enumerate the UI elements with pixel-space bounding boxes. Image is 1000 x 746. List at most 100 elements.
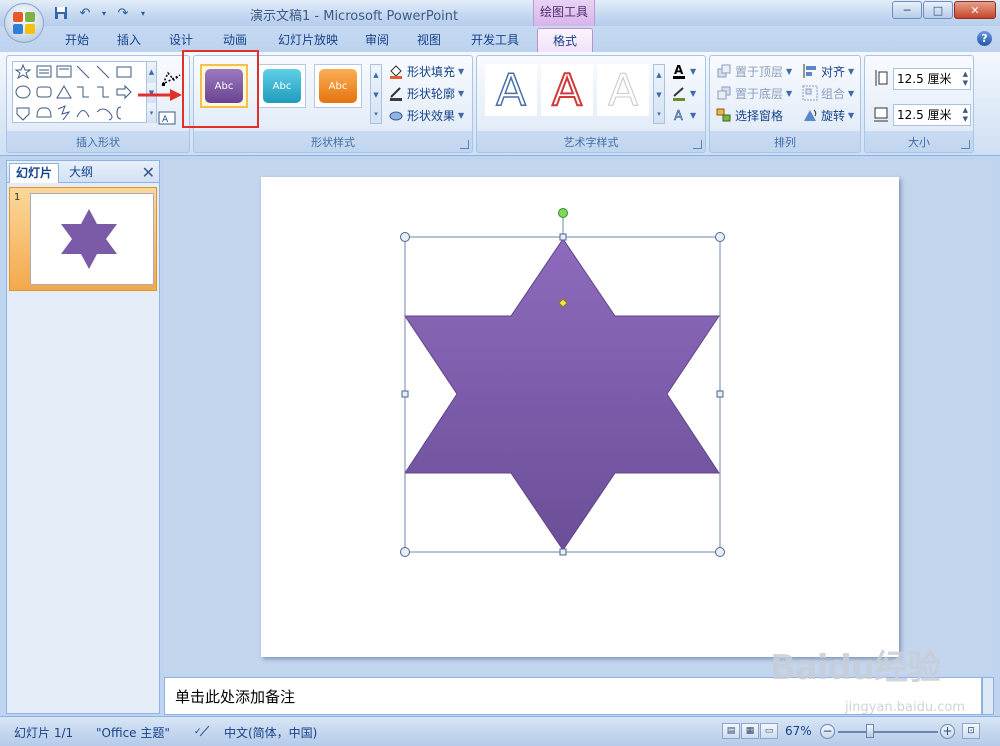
annotation-arrow-icon bbox=[138, 89, 182, 101]
undo-dropdown-icon[interactable]: ▾ bbox=[100, 4, 108, 22]
text-box-icon[interactable]: A bbox=[158, 110, 178, 129]
text-fill-button[interactable]: A ▼ bbox=[671, 61, 696, 81]
size-dialog-launcher[interactable] bbox=[961, 140, 970, 149]
slide-thumbnail[interactable] bbox=[30, 193, 154, 285]
undo-icon[interactable]: ↶ bbox=[76, 4, 94, 22]
tab-review[interactable]: 审阅 bbox=[354, 28, 400, 52]
zoom-in-button[interactable]: + bbox=[940, 724, 955, 739]
resize-handle-right[interactable] bbox=[716, 390, 724, 398]
close-button[interactable]: ✕ bbox=[954, 1, 996, 19]
shapes-scroll-up[interactable]: ▲ bbox=[146, 62, 156, 83]
resize-handle-tl[interactable] bbox=[400, 232, 410, 242]
ribbon-tabs: 开始 插入 设计 动画 幻灯片放映 审阅 视图 开发工具 格式 ? bbox=[0, 26, 1000, 52]
shape-style-orange[interactable]: Abc bbox=[314, 64, 362, 108]
help-icon[interactable]: ? bbox=[977, 31, 992, 46]
resize-handle-left[interactable] bbox=[401, 390, 409, 398]
ribbon: ▲ ▼ ▾ A 插入形状 Abc Abc Abc ▲ ▼ ▾ 形状填充 ▼ 形状… bbox=[0, 52, 1000, 156]
zoom-slider-thumb[interactable] bbox=[866, 724, 874, 738]
height-spinner[interactable]: ▲ ▼ bbox=[963, 70, 968, 88]
svg-text:A: A bbox=[674, 109, 683, 123]
bring-to-front-button[interactable]: 置于顶层 ▼ bbox=[716, 61, 792, 81]
spell-check-icon[interactable]: ✓ bbox=[194, 724, 210, 741]
resize-handle-bl[interactable] bbox=[400, 547, 410, 557]
tab-design[interactable]: 设计 bbox=[158, 28, 204, 52]
selection-pane-icon bbox=[716, 107, 732, 123]
wordart-style-outline-blue[interactable]: A bbox=[485, 64, 537, 116]
notes-scrollbar[interactable] bbox=[982, 677, 994, 715]
text-outline-icon bbox=[671, 85, 687, 101]
resize-handle-top[interactable] bbox=[559, 233, 567, 241]
wordart-styles-dialog-launcher[interactable] bbox=[693, 140, 702, 149]
shapes-more[interactable]: ▾ bbox=[146, 103, 156, 123]
group-label-wordart-styles: 艺术字样式 bbox=[563, 136, 619, 149]
tab-view[interactable]: 视图 bbox=[406, 28, 452, 52]
shape-effects-button[interactable]: 形状效果 ▼ bbox=[388, 105, 464, 125]
thumbnail-star-icon bbox=[61, 209, 117, 269]
save-icon[interactable] bbox=[52, 4, 70, 22]
selection-pane-button[interactable]: 选择窗格 bbox=[716, 105, 783, 125]
zoom-level[interactable]: 67% bbox=[785, 724, 812, 738]
watermark-url: jingyan.baidu.com bbox=[845, 700, 965, 715]
send-to-back-button[interactable]: 置于底层 ▼ bbox=[716, 83, 792, 103]
group-label-size: 大小 bbox=[908, 136, 930, 149]
rotate-icon bbox=[802, 107, 818, 123]
language-indicator: 中文(简体，中国) bbox=[224, 726, 318, 740]
paint-bucket-icon bbox=[388, 63, 404, 79]
tab-slides[interactable]: 幻灯片 bbox=[9, 163, 60, 183]
wordart-style-outline-red[interactable]: A bbox=[541, 64, 593, 117]
group-objects-button[interactable]: 组合 ▼ bbox=[802, 83, 854, 103]
close-pane-icon[interactable]: ✕ bbox=[142, 163, 155, 182]
wordart-style-white[interactable]: A bbox=[597, 64, 649, 116]
six-point-star-shape[interactable] bbox=[404, 238, 720, 551]
text-outline-button[interactable]: ▼ bbox=[671, 83, 696, 103]
slide-canvas[interactable] bbox=[261, 177, 899, 657]
tab-home[interactable]: 开始 bbox=[54, 28, 100, 52]
maximize-button[interactable]: □ bbox=[923, 1, 953, 19]
theme-name: "Office 主题" bbox=[96, 726, 170, 740]
watermark-logo: Baidu经验 bbox=[770, 648, 941, 688]
shape-height-input[interactable]: 12.5 厘米 ▲ ▼ bbox=[893, 68, 971, 90]
shape-style-cyan[interactable]: Abc bbox=[258, 64, 306, 108]
redo-icon[interactable]: ↷ bbox=[114, 4, 132, 22]
slide-content bbox=[400, 208, 725, 557]
slide-sorter-button[interactable]: ▦ bbox=[741, 723, 759, 739]
tab-developer[interactable]: 开发工具 bbox=[462, 28, 528, 52]
tab-insert[interactable]: 插入 bbox=[106, 28, 152, 52]
group-label-arrange: 排列 bbox=[774, 136, 796, 149]
text-effects-icon: A bbox=[671, 107, 687, 123]
office-button[interactable] bbox=[4, 3, 44, 43]
zoom-out-button[interactable]: − bbox=[820, 724, 835, 739]
normal-view-button[interactable]: ▤ bbox=[722, 723, 740, 739]
group-insert-shapes: ▲ ▼ ▾ A 插入形状 bbox=[6, 55, 190, 153]
resize-handle-tr[interactable] bbox=[715, 232, 725, 242]
rotation-handle[interactable] bbox=[558, 208, 568, 218]
fit-to-window-button[interactable]: ⊡ bbox=[962, 723, 980, 739]
svg-text:A: A bbox=[674, 63, 684, 77]
text-effects-button[interactable]: A ▼ bbox=[671, 105, 696, 125]
title-bar: ↶ ▾ ↷ ▾ 演示文稿1 - Microsoft PowerPoint 绘图工… bbox=[0, 0, 1000, 26]
zoom-slider[interactable] bbox=[838, 731, 938, 733]
tab-outline[interactable]: 大纲 bbox=[63, 163, 99, 183]
wordart-styles-scroll[interactable]: ▲ ▼ ▾ bbox=[653, 64, 665, 124]
office-logo-icon bbox=[13, 12, 35, 34]
width-spinner[interactable]: ▲ ▼ bbox=[963, 106, 968, 124]
window-controls: ─ □ ✕ bbox=[891, 1, 996, 19]
resize-handle-br[interactable] bbox=[715, 547, 725, 557]
tab-animations[interactable]: 动画 bbox=[212, 28, 258, 52]
shape-outline-button[interactable]: 形状轮廓 ▼ bbox=[388, 83, 464, 103]
shape-width-input[interactable]: 12.5 厘米 ▲ ▼ bbox=[893, 104, 971, 126]
minimize-button[interactable]: ─ bbox=[892, 1, 922, 19]
height-row: 12.5 厘米 ▲ ▼ bbox=[873, 68, 971, 90]
slideshow-view-button[interactable]: ▭ bbox=[760, 723, 778, 739]
shape-styles-dialog-launcher[interactable] bbox=[460, 140, 469, 149]
tab-slideshow[interactable]: 幻灯片放映 bbox=[268, 28, 348, 52]
shape-fill-button[interactable]: 形状填充 ▼ bbox=[388, 61, 464, 81]
shape-styles-scroll[interactable]: ▲ ▼ ▾ bbox=[370, 64, 382, 124]
customize-qat-icon[interactable]: ▾ bbox=[138, 4, 148, 22]
tab-format[interactable]: 格式 bbox=[537, 28, 593, 52]
slide-thumbnail-selected[interactable]: 1 bbox=[9, 187, 157, 291]
resize-handle-bottom[interactable] bbox=[559, 548, 567, 556]
rotate-button[interactable]: 旋转 ▼ bbox=[802, 105, 854, 125]
annotation-highlight-box bbox=[182, 50, 259, 128]
align-button[interactable]: 对齐 ▼ bbox=[802, 61, 854, 81]
